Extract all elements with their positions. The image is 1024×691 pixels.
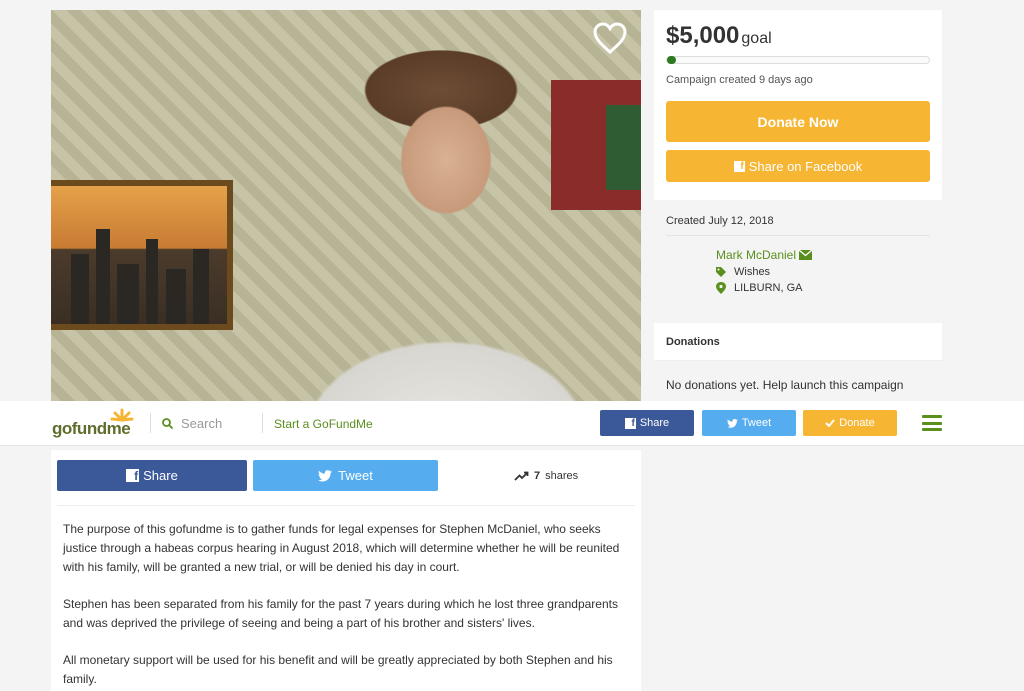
facebook-icon: f — [733, 160, 745, 172]
nav-divider — [262, 413, 263, 433]
facebook-icon: f — [126, 469, 140, 482]
story-tweet-label: Tweet — [338, 468, 373, 483]
shares-number: 7 — [534, 469, 541, 482]
search-icon — [162, 418, 173, 429]
nav-donate-button[interactable]: Donate — [803, 410, 897, 436]
organizer-info: Mark McDaniel Wishes LILBURN, GA — [716, 248, 930, 294]
goal-card: $5,000 goal Campaign created 9 days ago D… — [654, 10, 942, 200]
map-pin-icon — [716, 282, 726, 294]
organizer-name: Mark McDaniel — [716, 248, 797, 262]
shares-word: shares — [545, 469, 579, 482]
tag-icon — [716, 267, 726, 277]
check-icon — [825, 419, 836, 427]
story-share-button[interactable]: f Share — [57, 460, 247, 491]
organizer-category: Wishes — [716, 266, 930, 278]
goal-heading: $5,000 goal — [666, 22, 930, 50]
no-donations-text: No donations yet. Help launch this campa… — [666, 378, 904, 392]
story-text: The purpose of this gofundme is to gathe… — [57, 506, 635, 689]
goal-amount: $5,000 — [666, 22, 740, 49]
story-share-row: f Share Tweet 7 shares — [57, 460, 635, 506]
campaign-created-ago: Campaign created 9 days ago — [666, 74, 813, 86]
nav-tweet-button[interactable]: Tweet — [702, 410, 796, 436]
donations-title: Donations — [666, 336, 720, 348]
share-on-facebook-button[interactable]: f Share on Facebook — [666, 150, 930, 182]
story-tweet-button[interactable]: Tweet — [253, 460, 438, 491]
heart-icon — [593, 22, 627, 54]
category-label: Wishes — [734, 266, 771, 278]
progress-bar — [666, 56, 930, 64]
logo-text: gofundme — [52, 419, 131, 438]
created-date: Created July 12, 2018 — [666, 215, 930, 236]
campaign-photo — [51, 10, 641, 405]
envelope-icon[interactable] — [799, 250, 813, 260]
share-on-facebook-label: Share on Facebook — [748, 158, 863, 174]
gofundme-logo[interactable]: gofundme — [52, 408, 136, 439]
story-paragraph: The purpose of this gofundme is to gathe… — [63, 522, 620, 574]
twitter-icon — [318, 469, 333, 482]
favorite-heart-button[interactable] — [589, 17, 631, 59]
facebook-icon: f — [624, 417, 636, 429]
location-label: LILBURN, GA — [734, 282, 803, 294]
organizer-card: Created July 12, 2018 Mark McDaniel Wish… — [654, 203, 942, 318]
menu-icon[interactable] — [922, 415, 942, 431]
search-placeholder: Search — [181, 416, 223, 431]
story-paragraph: Stephen has been separated from his fami… — [63, 597, 618, 630]
donate-now-button[interactable]: Donate Now — [666, 101, 930, 142]
trending-icon — [514, 471, 529, 481]
twitter-icon — [726, 418, 738, 428]
story-paragraph: All monetary support will be used for hi… — [63, 653, 613, 686]
shares-count: 7 shares — [514, 470, 578, 482]
goal-word: goal — [741, 30, 772, 47]
story-section: f Share Tweet 7 shares The purpose of th… — [51, 450, 641, 691]
sticky-nav-bar: gofundme Search Start a GoFundMe f Share… — [0, 401, 1024, 446]
donations-card: Donations — [654, 323, 942, 361]
nav-share-button[interactable]: f Share — [600, 410, 694, 436]
nav-divider — [150, 413, 151, 433]
nav-donate-label: Donate — [839, 417, 875, 429]
nav-share-label: Share — [639, 417, 670, 429]
organizer-location: LILBURN, GA — [716, 282, 930, 294]
organizer-name-link[interactable]: Mark McDaniel — [716, 248, 930, 262]
story-share-label: Share — [143, 468, 178, 483]
photo-curtain-valance — [606, 105, 641, 190]
search-field[interactable]: Search — [162, 416, 222, 431]
start-a-gofundme-link[interactable]: Start a GoFundMe — [274, 417, 373, 431]
photo-wall-painting — [51, 180, 233, 330]
progress-fill — [667, 56, 677, 64]
nav-tweet-label: Tweet — [741, 417, 772, 429]
